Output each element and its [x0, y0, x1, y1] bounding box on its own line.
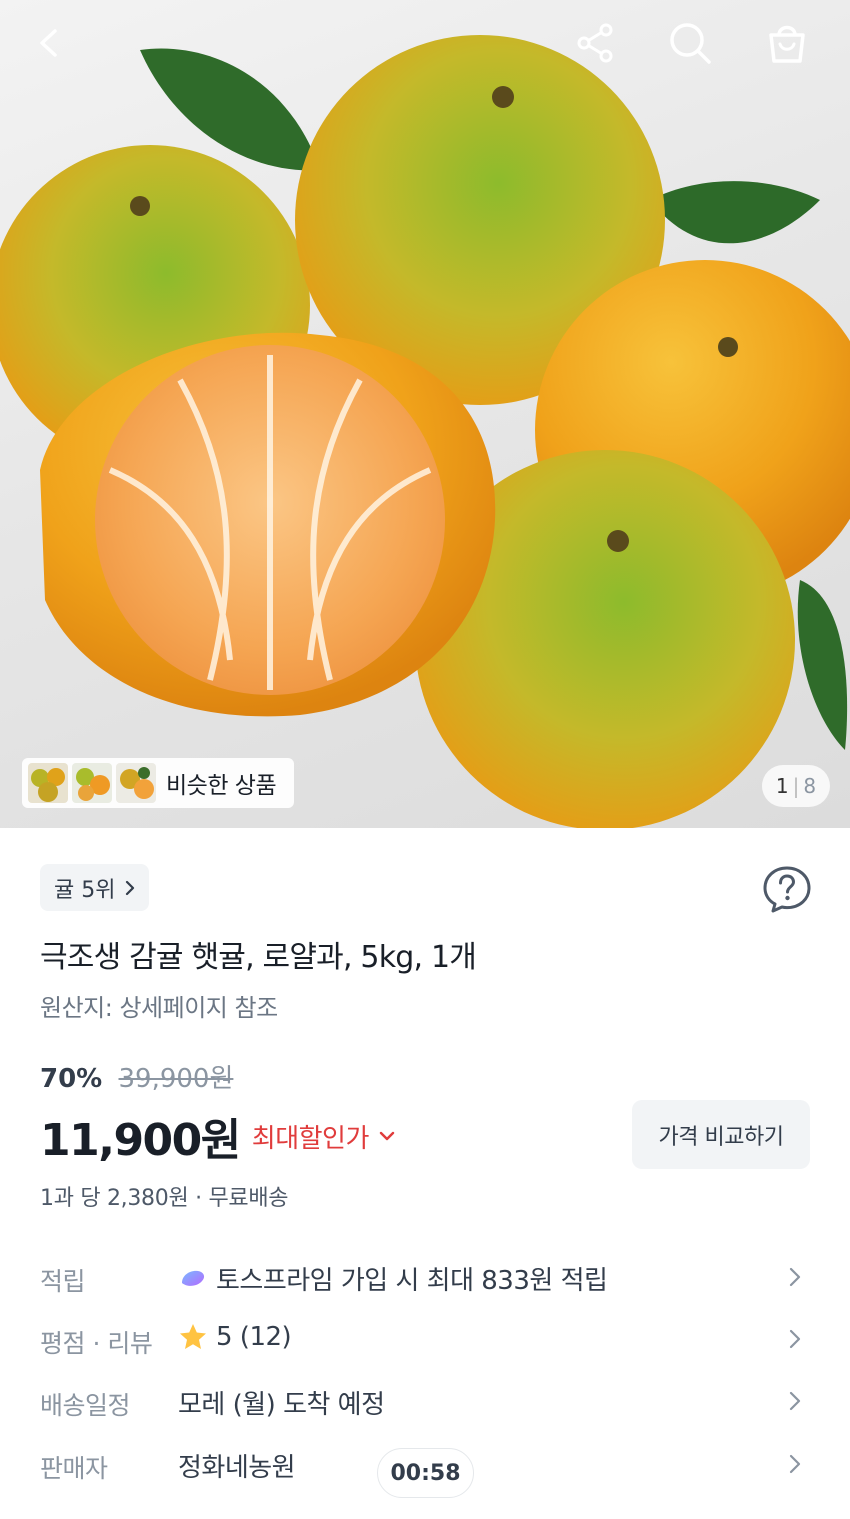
info-row-value: 토스프라임 가입 시 최대 833원 적립 — [178, 1260, 608, 1297]
similar-thumbnail — [72, 763, 112, 803]
chevron-right-icon — [789, 1454, 801, 1474]
similar-thumbnail — [116, 763, 156, 803]
discount-row: 70% 39,900원 — [40, 1058, 233, 1095]
info-row-label: 적립 — [40, 1267, 86, 1296]
info-row-label: 평점 · 리뷰 — [40, 1329, 153, 1358]
chevron-right-icon — [789, 1267, 801, 1287]
info-row-label: 배송일정 — [40, 1391, 131, 1420]
max-discount-link[interactable]: 최대할인가 — [252, 1118, 370, 1155]
sale-price: 11,900원 — [40, 1115, 241, 1166]
original-price: 39,900원 — [118, 1064, 234, 1094]
product-origin: 원산지: 상세페이지 참조 — [40, 994, 278, 1022]
info-row-reviews[interactable]: 평점 · 리뷰 5 (12) — [0, 1312, 850, 1368]
search-button[interactable] — [662, 15, 718, 71]
similar-products-button[interactable]: 비슷한 상품 — [22, 758, 294, 808]
product-photo — [0, 35, 850, 828]
price-compare-button[interactable]: 가격 비교하기 — [632, 1100, 810, 1169]
share-icon — [577, 23, 613, 63]
chevron-right-icon — [789, 1391, 801, 1411]
category-rank-badge[interactable]: 귤 5위 — [40, 864, 150, 911]
rating-text: 5 (12) — [216, 1322, 292, 1352]
info-row-delivery[interactable]: 배송일정 모레 (월) 도착 예정 — [0, 1374, 850, 1430]
search-icon — [670, 23, 711, 64]
info-row-points[interactable]: 적립 토스프라임 가입 시 최대 833원 적립 — [0, 1250, 850, 1306]
cart-icon — [769, 25, 805, 63]
share-button[interactable] — [567, 15, 623, 71]
back-icon — [40, 29, 57, 57]
product-image-carousel[interactable]: 비슷한 상품 1 | 8 — [0, 0, 850, 828]
pager-separator: | — [792, 774, 800, 798]
pager-current: 1 — [775, 774, 789, 798]
info-row-value: 5 (12) — [178, 1322, 292, 1352]
cart-button[interactable] — [759, 15, 815, 71]
similar-thumbnail — [28, 763, 68, 803]
pager-total: 8 — [803, 774, 817, 798]
chevron-down-icon[interactable] — [379, 1131, 395, 1141]
info-row-value: 모레 (월) 도착 예정 — [178, 1390, 385, 1420]
top-navigation-bar — [0, 0, 850, 90]
discount-percent: 70% — [40, 1064, 103, 1094]
info-row-label: 판매자 — [40, 1454, 108, 1483]
star-icon — [180, 1324, 206, 1349]
info-row-value: 정화네농원 — [178, 1453, 296, 1483]
product-title: 극조생 감귤 햇귤, 로얄과, 5kg, 1개 — [40, 940, 477, 975]
unit-price-shipping: 1과 당 2,380원 · 무료배송 — [40, 1186, 289, 1211]
points-text: 토스프라임 가입 시 최대 833원 적립 — [216, 1266, 608, 1296]
price-row: 11,900원 최대할인가 — [40, 1106, 395, 1166]
help-icon[interactable] — [762, 864, 812, 914]
chevron-right-icon — [789, 1329, 801, 1349]
rank-badge-label: 귤 5위 — [54, 877, 116, 903]
similar-products-label: 비슷한 상품 — [166, 773, 277, 799]
image-pager: 1 | 8 — [762, 765, 830, 807]
chevron-right-icon — [126, 880, 135, 895]
back-button[interactable] — [22, 15, 78, 71]
timer-badge: 00:58 — [377, 1448, 474, 1498]
toss-prime-icon — [182, 1270, 205, 1286]
